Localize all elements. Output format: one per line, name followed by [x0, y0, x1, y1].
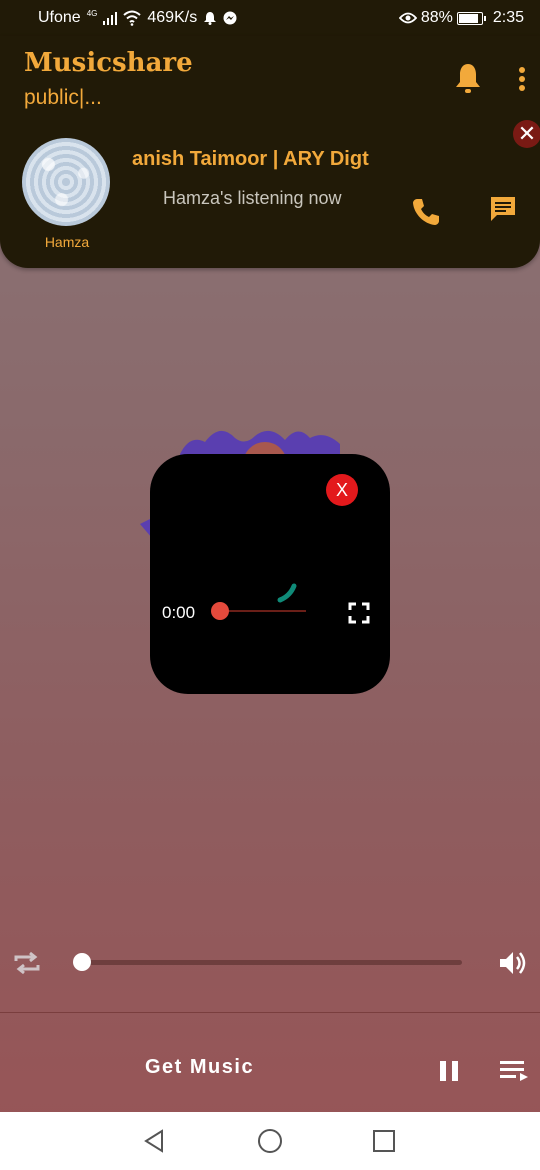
home-icon[interactable]: [257, 1128, 283, 1154]
wifi-icon: [123, 10, 142, 26]
eye-icon: [398, 12, 417, 24]
listening-status: Hamza's listening now: [163, 188, 342, 208]
system-nav-bar: [0, 1112, 540, 1170]
queue-icon[interactable]: [498, 1058, 530, 1084]
carrier-label: Ufone: [38, 8, 81, 26]
divider: [0, 1012, 540, 1013]
messenger-icon: [223, 11, 237, 25]
more-vert-icon[interactable]: [510, 66, 534, 92]
back-icon[interactable]: [142, 1128, 168, 1154]
loading-spinner-icon: [277, 583, 297, 603]
phone-icon[interactable]: [410, 196, 442, 228]
signal-icon: [103, 11, 118, 25]
header-panel: Musicshare public|... ✕ Hamza anish Taim…: [0, 36, 540, 268]
battery-percent: 88%: [420, 9, 453, 26]
video-close-button[interactable]: X: [326, 474, 358, 506]
video-popup[interactable]: X 0:00: [150, 454, 390, 694]
recents-icon[interactable]: [372, 1129, 396, 1153]
video-seek-track[interactable]: [220, 610, 306, 612]
playback-progress-thumb[interactable]: [73, 953, 91, 971]
user-name: Hamza: [44, 234, 90, 250]
network-type: 4G: [86, 8, 98, 18]
bell-icon[interactable]: [454, 62, 482, 94]
chat-icon[interactable]: [488, 194, 518, 224]
room-name[interactable]: public|...: [24, 86, 102, 110]
fullscreen-icon[interactable]: [348, 602, 370, 624]
pause-icon[interactable]: [438, 1059, 460, 1083]
playback-progress-track[interactable]: [82, 960, 462, 965]
battery-icon: [456, 11, 486, 25]
repeat-icon[interactable]: [12, 948, 42, 978]
network-speed: 469K/s: [147, 8, 198, 26]
clock: 2:35: [492, 9, 524, 26]
avatar[interactable]: [22, 138, 110, 226]
video-time: 0:00: [162, 603, 196, 622]
volume-icon[interactable]: [497, 948, 527, 978]
app-title: Musicshare: [24, 48, 193, 78]
status-bar: Ufone 4G 469K/s 88% 2:35: [0, 0, 540, 36]
get-music-button[interactable]: Get Music: [145, 1056, 254, 1079]
close-icon[interactable]: ✕: [513, 120, 540, 148]
video-seek-thumb[interactable]: [211, 602, 229, 620]
notification-bell-icon: [204, 11, 217, 25]
song-title: anish Taimoor | ARY Digt: [132, 148, 369, 170]
